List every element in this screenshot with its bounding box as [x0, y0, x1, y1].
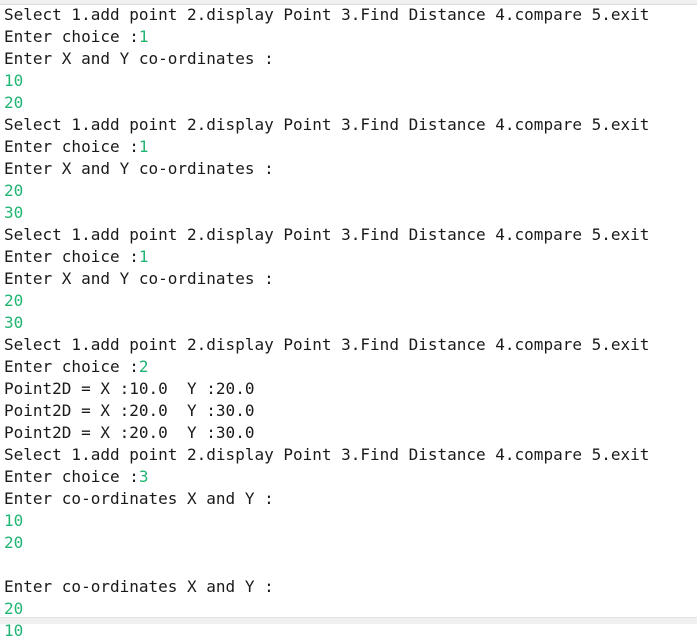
program-output-text: Enter choice :: [4, 467, 139, 486]
program-output-text: Select 1.add point 2.display Point 3.Fin…: [4, 5, 650, 24]
console-line: Point2D = X :10.0 Y :20.0: [4, 378, 694, 400]
console-line: Enter choice :1: [4, 246, 694, 268]
console-line: 20: [4, 290, 694, 312]
program-output-text: Point2D = X :20.0 Y :30.0: [4, 423, 255, 442]
program-output-text: Enter X and Y co-ordinates :: [4, 159, 274, 178]
console-output[interactable]: Select 1.add point 2.display Point 3.Fin…: [4, 4, 694, 642]
console-line: Point2D = X :20.0 Y :30.0: [4, 422, 694, 444]
user-input-text: 10: [4, 71, 24, 90]
user-input-text: 1: [138, 137, 149, 156]
user-input-text: 1: [138, 27, 149, 46]
horizontal-scrollbar[interactable]: [0, 617, 697, 624]
console-line: Enter X and Y co-ordinates :: [4, 48, 694, 70]
console-line: Select 1.add point 2.display Point 3.Fin…: [4, 444, 694, 466]
program-output-text: Point2D = X :10.0 Y :20.0: [4, 379, 255, 398]
program-output-text: Select 1.add point 2.display Point 3.Fin…: [4, 115, 650, 134]
console-line: 30: [4, 312, 694, 334]
program-output-text: Select 1.add point 2.display Point 3.Fin…: [4, 225, 650, 244]
program-output-text: Enter choice :: [4, 357, 139, 376]
user-input-text: 3: [138, 467, 149, 486]
console-line: 10: [4, 70, 694, 92]
user-input-text: 30: [4, 313, 24, 332]
program-output-text: Enter X and Y co-ordinates :: [4, 49, 274, 68]
user-input-text: 2: [138, 357, 149, 376]
program-output-text: Point2D = X :20.0 Y :30.0: [4, 401, 255, 420]
console-line: 20: [4, 180, 694, 202]
console-line: Enter choice :3: [4, 466, 694, 488]
console-line: Select 1.add point 2.display Point 3.Fin…: [4, 224, 694, 246]
console-line: Select 1.add point 2.display Point 3.Fin…: [4, 334, 694, 356]
program-output-text: Enter X and Y co-ordinates :: [4, 269, 274, 288]
console-line: Enter choice :1: [4, 26, 694, 48]
console-line: Enter choice :2: [4, 356, 694, 378]
console-line: 30: [4, 202, 694, 224]
console-line: Enter co-ordinates X and Y :: [4, 576, 694, 598]
user-input-text: 10: [4, 511, 24, 530]
console-line: 20: [4, 532, 694, 554]
program-output-text: Enter choice :: [4, 27, 139, 46]
user-input-text: 30: [4, 203, 24, 222]
console-line: Enter X and Y co-ordinates :: [4, 158, 694, 180]
console-line: Select 1.add point 2.display Point 3.Fin…: [4, 4, 694, 26]
console-line: Enter choice :1: [4, 136, 694, 158]
user-input-text: 20: [4, 291, 24, 310]
user-input-text: 20: [4, 599, 24, 618]
console-line: Select 1.add point 2.display Point 3.Fin…: [4, 114, 694, 136]
program-output-text: Enter choice :: [4, 137, 139, 156]
console-line: Point2D = X :20.0 Y :30.0: [4, 400, 694, 422]
user-input-text: 20: [4, 93, 24, 112]
console-line: Enter X and Y co-ordinates :: [4, 268, 694, 290]
program-output-text: Enter choice :: [4, 247, 139, 266]
console-line: 20: [4, 92, 694, 114]
program-output-text: Enter co-ordinates X and Y :: [4, 577, 274, 596]
console-line: Enter co-ordinates X and Y :: [4, 488, 694, 510]
user-input-text: 1: [138, 247, 149, 266]
program-output-text: Select 1.add point 2.display Point 3.Fin…: [4, 445, 650, 464]
user-input-text: 20: [4, 181, 24, 200]
console-line: 10: [4, 510, 694, 532]
user-input-text: 20: [4, 533, 24, 552]
program-output-text: Select 1.add point 2.display Point 3.Fin…: [4, 335, 650, 354]
program-output-text: Enter co-ordinates X and Y :: [4, 489, 274, 508]
